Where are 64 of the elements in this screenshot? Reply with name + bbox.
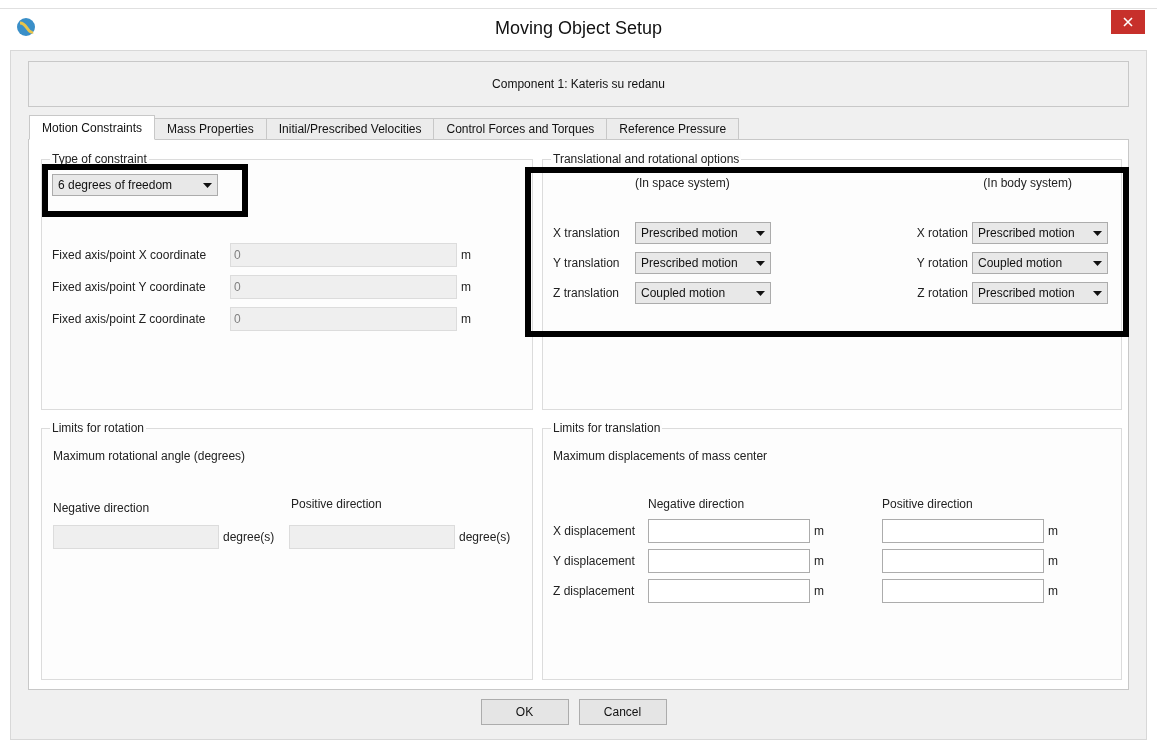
field-label: Fixed axis/point X coordinate (52, 247, 208, 264)
caret-icon (756, 260, 765, 266)
field-label: Y displacement (553, 553, 636, 570)
unit-label: degree(s) (223, 529, 275, 546)
unit-label: m (814, 523, 825, 540)
unit-label: m (814, 553, 825, 570)
field-label: Z translation (553, 285, 621, 302)
caret-icon (756, 290, 765, 296)
tab[interactable]: Control Forces and Torques (433, 118, 608, 140)
field-label: Z displacement (553, 583, 636, 600)
direction-label: Positive direction (882, 496, 973, 513)
field-label: X displacement (553, 523, 637, 540)
direction-label: Positive direction (291, 496, 382, 513)
close-icon (1123, 17, 1133, 27)
column-header: (In body system) (983, 175, 1072, 192)
field-label: Y rotation (916, 255, 968, 272)
field-label: Y translation (553, 255, 621, 272)
caret-icon (756, 230, 765, 236)
field-label: Z rotation (917, 285, 968, 302)
dropdown[interactable]: 6 degrees of freedom (52, 174, 218, 196)
globe-icon (16, 17, 36, 37)
group-subtitle: Maximum displacements of mass center (553, 448, 769, 465)
window-title: Moving Object Setup (494, 17, 663, 40)
direction-label: Negative direction (53, 501, 150, 515)
input-field[interactable] (882, 549, 1044, 573)
dropdown[interactable]: Coupled motion (972, 252, 1108, 274)
unit-label: m (461, 279, 471, 296)
group-title: Translational and rotational options (551, 151, 742, 167)
unit-label: m (814, 583, 825, 600)
input-field[interactable] (882, 579, 1044, 603)
field-label: Fixed axis/point Y coordinate (52, 279, 207, 296)
unit-label: m (1048, 583, 1058, 600)
input-field[interactable] (882, 519, 1044, 543)
tab[interactable]: Motion Constraints (29, 115, 156, 140)
dropdown[interactable]: Prescribed motion (972, 282, 1108, 304)
field-label: X rotation (916, 225, 968, 242)
input-field[interactable] (648, 579, 810, 603)
column-header: (In space system) (635, 175, 731, 192)
unit-label: m (461, 247, 471, 264)
unit-label: m (1048, 553, 1058, 570)
field-label: Fixed axis/point Z coordinate (52, 311, 207, 328)
dialog-button[interactable]: OK (480, 699, 569, 725)
caret-icon (203, 182, 212, 188)
caret-icon (1093, 260, 1102, 266)
unit-label: m (461, 311, 471, 328)
caret-icon (1093, 230, 1102, 236)
direction-label: Negative direction (648, 496, 746, 513)
group-subtitle: Maximum rotational angle (degrees) (53, 448, 247, 465)
close-button[interactable] (1111, 10, 1145, 34)
input-field[interactable] (648, 549, 810, 573)
unit-label: degree(s) (459, 529, 511, 546)
tab[interactable]: Reference Pressure (606, 118, 740, 140)
tab[interactable]: Mass Properties (154, 118, 267, 140)
dropdown[interactable]: Prescribed motion (635, 222, 771, 244)
dropdown[interactable]: Prescribed motion (972, 222, 1108, 244)
component-label: Component 1: Kateris su redanu (492, 76, 665, 93)
dropdown[interactable]: Coupled motion (635, 282, 771, 304)
field-label: X translation (553, 225, 621, 242)
dialog-button[interactable]: Cancel (578, 699, 667, 725)
input-field[interactable] (648, 519, 810, 543)
tab[interactable]: Initial/Prescribed Velocities (265, 118, 435, 140)
dropdown[interactable]: Prescribed motion (635, 252, 771, 274)
unit-label: m (1048, 523, 1058, 540)
caret-icon (1093, 290, 1102, 296)
